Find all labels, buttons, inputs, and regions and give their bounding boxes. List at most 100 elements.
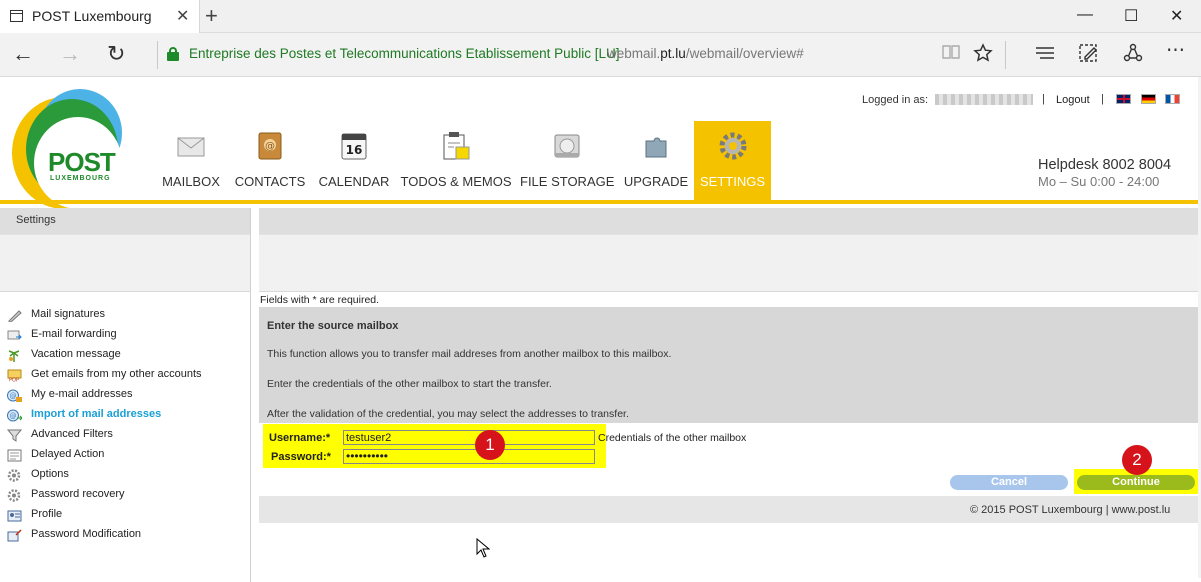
continue-button[interactable]: Continue [1077,475,1195,490]
username-field[interactable] [343,430,595,445]
signature-icon [7,309,22,323]
nav-todos-memos[interactable]: TODOS & MEMOS [400,121,512,200]
nav-file-storage[interactable]: FILE STORAGE [520,121,614,200]
browser-title-bar: POST Luxembourg ✕ + — ☐ ✕ [0,0,1201,33]
post-logo[interactable]: POST LUXEMBOURG [10,87,125,212]
german-flag[interactable] [1141,94,1156,104]
logged-in-label: Logged in as: [862,94,929,106]
password-field[interactable]: •••••••••• [343,449,595,464]
new-tab-button[interactable]: + [205,3,218,29]
instructions-box: Enter the source mailbox This function a… [259,307,1198,423]
nav-calendar[interactable]: 16 CALENDAR [316,121,392,200]
blurred-username [935,94,1033,105]
sidebar-item-label: Get emails from my other accounts [31,368,202,380]
helpdesk-number: Helpdesk 8002 8004 [1038,157,1172,173]
settings-icon [719,131,747,161]
sidebar-item-label: My e-mail addresses [31,388,133,400]
sidebar-item-label: Options [31,468,69,480]
content-header [259,208,1198,234]
browser-tab[interactable]: POST Luxembourg ✕ [0,0,200,33]
english-flag[interactable] [1116,94,1131,104]
username-label: Username:* [269,432,331,444]
profile-icon [7,509,22,522]
nav-label: TODOS & MEMOS [400,174,512,189]
calendar-day: 16 [346,143,363,157]
header-separator: | [1101,93,1104,105]
forward-button[interactable]: → [59,41,81,67]
maximize-button[interactable]: ☐ [1124,6,1138,26]
svg-text:@: @ [265,141,275,152]
header-separator: | [1042,93,1045,105]
nav-label: CONTACTS [234,174,306,189]
minimize-button[interactable]: — [1077,6,1093,24]
contacts-icon: @ [256,131,284,161]
refresh-button[interactable]: ↻ [107,41,125,67]
svg-text:@: @ [10,392,17,400]
hub-icon[interactable] [1035,43,1055,69]
nav-contacts[interactable]: @ CONTACTS [233,121,307,200]
instruction-paragraph: Enter the credentials of the other mailb… [267,378,552,390]
instruction-paragraph: After the validation of the credential, … [267,408,629,420]
nav-label: SETTINGS [699,174,765,189]
password-recovery-gear-icon [7,489,22,502]
logo-text: POST [48,147,116,177]
certificate-info[interactable]: Entreprise des Postes et Telecommunicati… [189,46,619,61]
nav-mailbox[interactable]: MAILBOX [157,121,225,200]
web-note-icon[interactable] [1079,43,1099,69]
tab-title: POST Luxembourg [32,8,152,24]
sidebar-item-label: Advanced Filters [31,428,113,440]
password-label: Password:* [271,451,331,463]
svg-text:POP: POP [9,378,19,383]
nav-label: MAILBOX [162,174,220,189]
sidebar-item-label: E-mail forwarding [31,328,117,340]
pop-icon: POP [7,369,22,384]
upgrade-icon [642,131,670,161]
required-note: Fields with * are required. [260,294,380,306]
lock-icon[interactable] [167,47,179,61]
toolbar-separator [1005,41,1006,69]
vacation-icon [7,349,22,362]
sidebar-item-label: Password Modification [31,528,142,540]
nav-label: UPGRADE [623,174,689,189]
url-domain: pt.lu [660,46,686,61]
site-header: POST LUXEMBOURG Logged in as: | Logout |… [0,77,1201,209]
sidebar-title: Settings [16,214,56,226]
favorite-star-icon[interactable] [973,43,993,69]
tab-close-icon[interactable]: ✕ [176,6,189,26]
cancel-button[interactable]: Cancel [950,475,1068,490]
french-flag[interactable] [1165,94,1180,104]
footer-text: © 2015 POST Luxembourg | www.post.lu [970,504,1171,516]
reading-view-icon[interactable] [942,43,960,67]
nav-upgrade[interactable]: UPGRADE [622,121,690,200]
webmail-page: POST LUXEMBOURG Logged in as: | Logout |… [0,77,1201,582]
delayed-action-icon [7,449,22,462]
options-gear-icon [7,469,22,482]
forwarding-icon [7,329,22,342]
filter-icon [6,429,23,442]
page-footer: © 2015 POST Luxembourg | www.post.lu [259,496,1198,523]
nav-settings[interactable]: SETTINGS [694,121,771,200]
address-bar[interactable]: webmail.pt.lu/webmail/overview# [607,46,804,61]
sidebar-item-label: Mail signatures [31,308,105,320]
sidebar-item-label: Vacation message [31,348,121,360]
mailbox-icon [177,131,205,161]
logout-link[interactable]: Logout [1056,94,1090,106]
url-path: /webmail/overview# [685,46,804,61]
helpdesk-hours: Mo – Su 0:00 - 24:00 [1038,174,1160,189]
password-modification-icon [7,529,22,542]
sidebar-item-label: Import of mail addresses [31,408,162,420]
nav-label: FILE STORAGE [520,174,615,189]
nav-label: CALENDAR [318,174,390,189]
content-spacer [259,234,1198,292]
more-icon[interactable]: ⋯ [1166,39,1185,62]
logo-subtext: LUXEMBOURG [50,175,111,182]
address-separator [157,41,158,69]
close-window-button[interactable]: ✕ [1170,6,1183,26]
back-button[interactable]: ← [12,41,34,67]
step-badge-2: 2 [1122,445,1152,475]
svg-text:@: @ [10,412,17,420]
sidebar-item-label: Delayed Action [31,448,105,460]
share-icon[interactable] [1123,43,1143,69]
credentials-note: Credentials of the other mailbox [598,432,747,444]
tab-page-icon [10,10,23,22]
